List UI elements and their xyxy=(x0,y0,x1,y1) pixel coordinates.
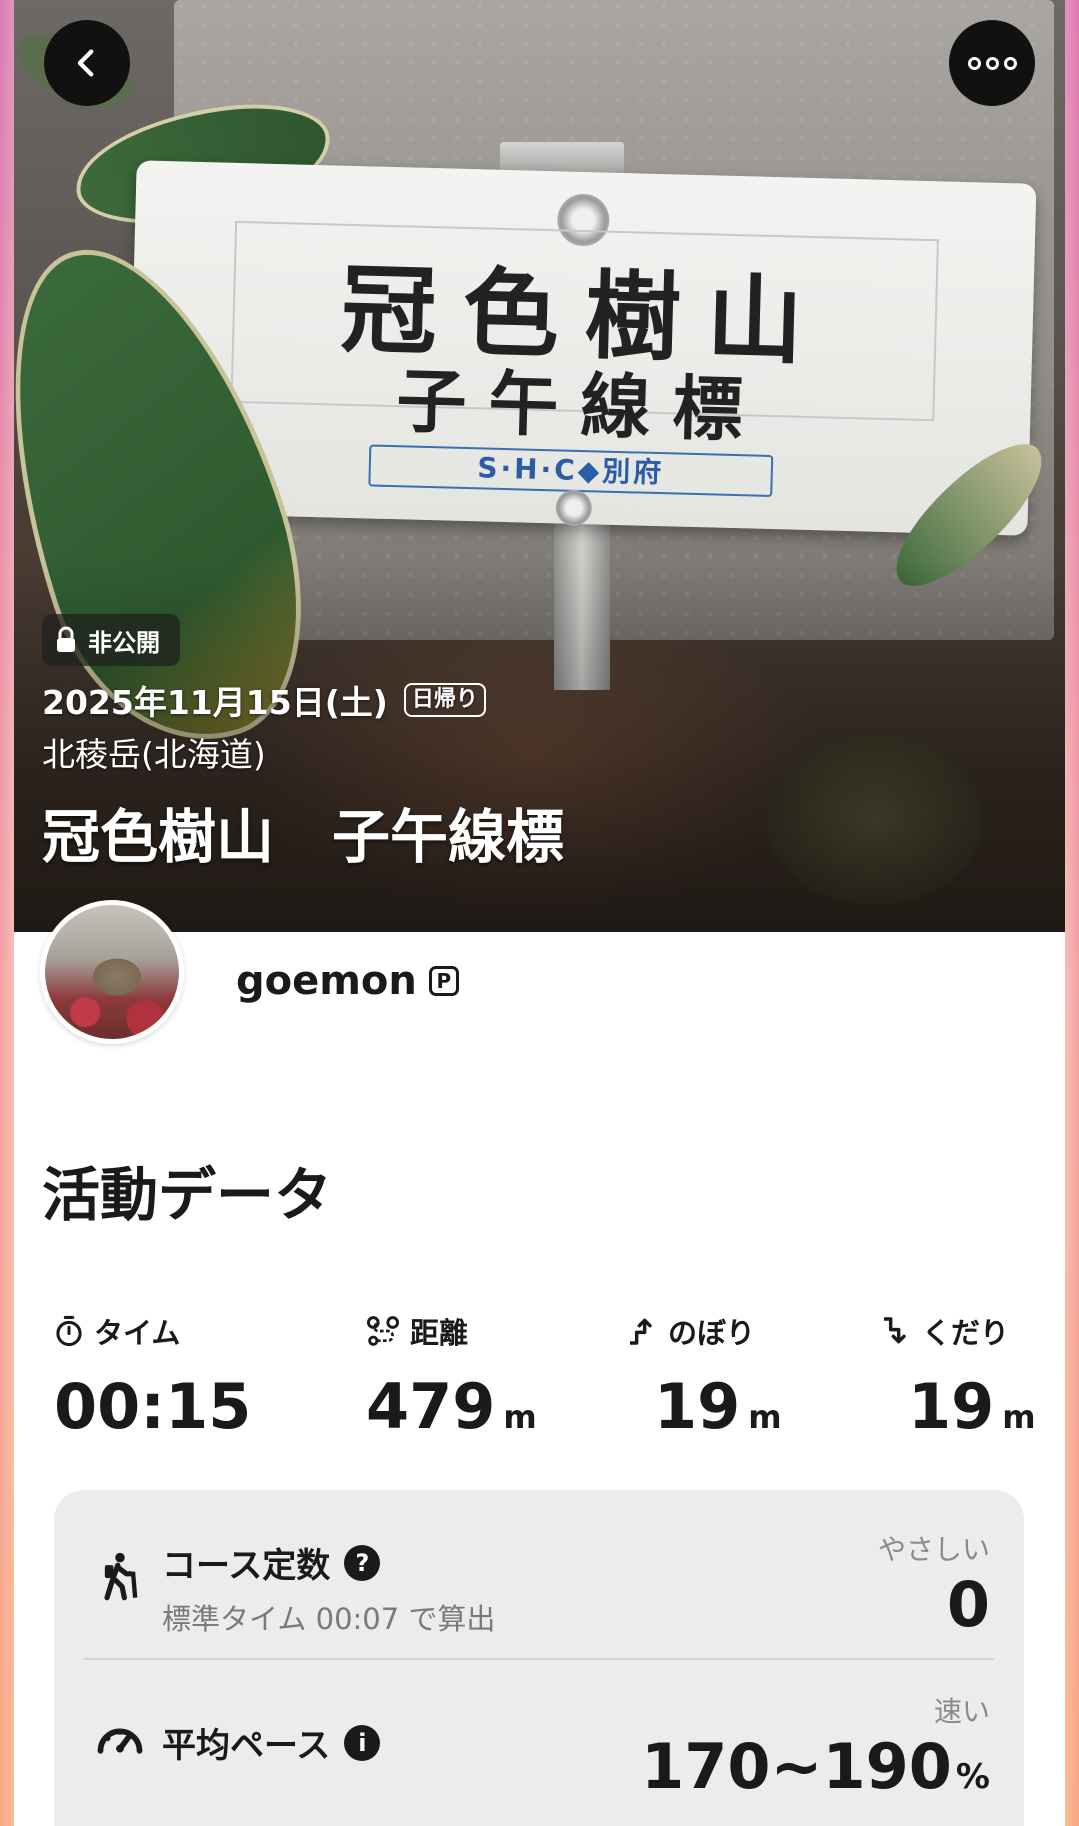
more-horizontal-icon xyxy=(967,56,1017,70)
difficulty-tag: やさしい xyxy=(877,1533,990,1566)
pace-tag: 速い xyxy=(933,1695,990,1728)
more-options-button[interactable] xyxy=(949,20,1035,106)
premium-badge-icon: P xyxy=(428,966,459,996)
avg-pace-title: 平均ペース i xyxy=(162,1718,381,1767)
username: goemon xyxy=(236,958,417,1004)
help-icon[interactable]: ? xyxy=(344,1544,381,1581)
stat-value-distance: 479 m xyxy=(366,1370,537,1443)
record-title: 冠色樹山 子午線標 xyxy=(42,803,565,871)
info-icon[interactable]: i xyxy=(344,1724,381,1761)
avg-pace-row: 平均ペース i 速い 170~190% xyxy=(54,1660,1024,1820)
visibility-badge: 非公開 xyxy=(42,614,180,666)
record-date-line: 2025年11月15日(土) 日帰り xyxy=(42,676,486,724)
stat-ascent: のぼり 19 m xyxy=(626,1310,866,1443)
chevron-left-icon xyxy=(77,49,94,77)
stopwatch-icon xyxy=(56,1315,82,1347)
photo-bolt xyxy=(555,489,593,527)
back-button[interactable] xyxy=(44,20,130,106)
ascent-icon xyxy=(630,1318,652,1345)
course-info-panel: コース定数 ? 標準タイム 00:07 で算出 やさしい 0 平均ペース i 速… xyxy=(54,1490,1024,1826)
course-constant-row: コース定数 ? 標準タイム 00:07 で算出 やさしい 0 xyxy=(54,1490,1024,1650)
hiker-icon xyxy=(104,1552,138,1601)
stat-time: タイム 00:15 xyxy=(54,1310,294,1443)
record-location[interactable]: 北稜岳(北海道) xyxy=(42,728,266,776)
route-icon xyxy=(366,1316,400,1346)
speedometer-icon xyxy=(97,1728,143,1754)
avatar[interactable] xyxy=(40,900,184,1044)
stat-value-descent: 19 m xyxy=(908,1370,1036,1443)
record-date: 2025年11月15日(土) xyxy=(42,683,388,722)
section-title-activity: 活動データ xyxy=(42,1161,333,1229)
stat-distance: 距離 479 m xyxy=(366,1310,606,1443)
course-constant-value: 0 xyxy=(946,1568,990,1641)
stat-label: くだり xyxy=(922,1316,1010,1350)
stat-descent: くだり 19 m xyxy=(880,1310,1065,1443)
avg-pace-value: 170~190% xyxy=(641,1730,990,1803)
course-constant-title: コース定数 ? xyxy=(162,1538,381,1587)
stat-label: 距離 xyxy=(410,1316,469,1350)
stat-value-ascent: 19 m xyxy=(654,1370,782,1443)
descent-icon xyxy=(884,1317,906,1344)
stat-value-time: 00:15 xyxy=(54,1370,252,1443)
activity-card: 冠色樹山 子午線標 S·H·C◆別府 非公開 2025年11月15日(土) 日帰… xyxy=(14,0,1065,1826)
lock-icon xyxy=(57,626,75,652)
stat-label: のぼり xyxy=(668,1316,756,1350)
user-row[interactable]: goemon P xyxy=(236,958,459,1004)
trip-type-tag: 日帰り xyxy=(403,683,486,717)
visibility-label: 非公開 xyxy=(88,628,160,657)
stat-label: タイム xyxy=(94,1316,181,1350)
course-constant-sub: 標準タイム 00:07 で算出 xyxy=(162,1602,496,1636)
